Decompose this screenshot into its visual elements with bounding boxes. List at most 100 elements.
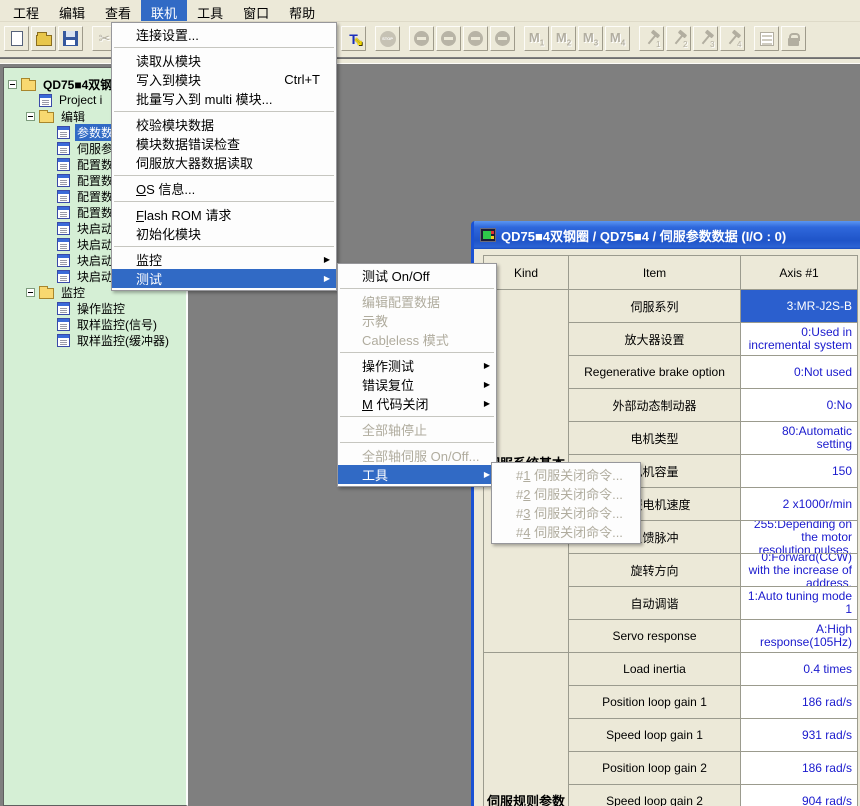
tree-expand-box[interactable] — [26, 288, 35, 297]
tools-submenu: #1 伺服关闭命令...#2 伺服关闭命令...#3 伺服关闭命令...#4 伺… — [491, 462, 641, 544]
tree-sampling-monitor-buffer[interactable]: 取样监控(缓冲器) — [4, 332, 186, 348]
menu-all-axis-servo-on-off[interactable]: 全部轴伺服 On/Off... — [338, 446, 496, 465]
menu-read-from-module[interactable]: 读取从模块 — [112, 51, 336, 70]
tree-expand-box[interactable] — [26, 112, 35, 121]
param-value-cell[interactable]: 904 rad/s — [741, 785, 858, 806]
menu-batch-write-multi-module[interactable]: 批量写入到 multi 模块... — [112, 89, 336, 108]
param-item-cell: Speed loop gain 2 — [569, 785, 741, 806]
axis-stop-4-button[interactable] — [490, 26, 515, 51]
m-code-off-4-button[interactable]: M4 — [605, 26, 630, 51]
menu-item-label: 全部轴停止 — [362, 420, 427, 439]
param-value-cell[interactable]: 3:MR-J2S-B — [741, 290, 858, 323]
axis-stop-1-button[interactable] — [409, 26, 434, 51]
menu-servo-off-cmd-2[interactable]: #2 伺服关闭命令... — [492, 484, 640, 503]
menu-item-label: Flash ROM 请求 — [136, 205, 231, 224]
menu-servo-off-cmd-1[interactable]: #1 伺服关闭命令... — [492, 465, 640, 484]
tree-item-label: 编辑 — [59, 108, 87, 125]
axis-stop-2-icon — [441, 31, 456, 46]
menu-item-label: #3 伺服关闭命令... — [516, 503, 623, 522]
param-value-cell[interactable]: 2 x1000r/min — [741, 488, 858, 521]
edit-data-icon — [760, 32, 774, 46]
m-code-off-3-button[interactable]: M3 — [578, 26, 603, 51]
param-value-cell[interactable]: 186 rad/s — [741, 752, 858, 785]
save-file-icon — [63, 31, 78, 46]
edit-data-button[interactable] — [754, 26, 779, 51]
menu-connection-setup[interactable]: 连接设置... — [112, 25, 336, 44]
menu-monitor[interactable]: 监控▶ — [112, 250, 336, 269]
menu-verify-module-data[interactable]: 校验模块数据 — [112, 115, 336, 134]
test-submenu: 测试 On/Off 编辑配置数据示教Cableless 模式操作测试▶错误复位▶M… — [337, 263, 497, 487]
param-value-cell[interactable]: 255:Depending on the motor resolution pu… — [741, 521, 858, 554]
menu-write-to-module[interactable]: 写入到模块Ctrl+T — [112, 70, 336, 89]
menu-tools[interactable]: 工具▶ — [338, 465, 496, 484]
lock-button[interactable] — [781, 26, 806, 51]
tree-sampling-monitor-signal[interactable]: 取样监控(信号) — [4, 316, 186, 332]
menu-separator — [114, 111, 334, 112]
param-value-cell[interactable]: 0:Not used — [741, 356, 858, 389]
param-value-cell[interactable]: 0.4 times — [741, 653, 858, 686]
menu-item-label: 读取从模块 — [136, 51, 201, 70]
param-value-cell[interactable]: 1:Auto tuning mode 1 — [741, 587, 858, 620]
param-value-cell[interactable]: 931 rad/s — [741, 719, 858, 752]
menu-teaching[interactable]: 示教 — [338, 311, 496, 330]
data-sheet-icon — [57, 222, 70, 235]
menu-test-on-off[interactable]: 测试 On/Off — [338, 266, 496, 285]
menu-flash-rom-request[interactable]: Flash ROM 请求 — [112, 205, 336, 224]
axis-stop-2-button[interactable] — [436, 26, 461, 51]
menu-m-code-off[interactable]: M 代码关闭▶ — [338, 394, 496, 413]
m-code-off-1-button[interactable]: M1 — [524, 26, 549, 51]
m-code-off-2-button[interactable]: M2 — [551, 26, 576, 51]
menu-item-label: 写入到模块 — [136, 70, 201, 89]
data-sheet-icon — [57, 126, 70, 139]
new-file-button[interactable] — [4, 26, 29, 51]
param-value-cell[interactable]: 0:Used in incremental system — [741, 323, 858, 356]
menu-test[interactable]: 测试▶ — [112, 269, 336, 288]
menu-module-data-error-check[interactable]: 模块数据错误检查 — [112, 134, 336, 153]
param-value-cell[interactable]: 80:Automatic setting — [741, 422, 858, 455]
param-item-cell: 伺服系列 — [569, 290, 741, 323]
menu-operation-test[interactable]: 操作测试▶ — [338, 356, 496, 375]
tool-3-button[interactable]: 3 — [693, 26, 718, 51]
tool-3-icon: 3 — [698, 31, 714, 47]
menubar-help[interactable]: 帮助 — [279, 0, 325, 21]
menu-servo-amp-data-read[interactable]: 伺服放大器数据读取 — [112, 153, 336, 172]
test-mode-button[interactable]: ⇘T — [341, 26, 366, 51]
axis-stop-3-button[interactable] — [463, 26, 488, 51]
menu-initialize-module[interactable]: 初始化模块 — [112, 224, 336, 243]
tree-item-label: 取样监控(缓冲器) — [75, 332, 171, 349]
param-item-cell: Servo response — [569, 620, 741, 653]
menubar-edit[interactable]: 编辑 — [49, 0, 95, 21]
menu-os-information[interactable]: OS 信息... — [112, 179, 336, 198]
window-title-bar[interactable]: QD75■4双钢圈 / QD75■4 / 伺服参数数据 (I/O : 0) — [474, 221, 860, 249]
new-file-icon — [11, 31, 23, 46]
menubar-window[interactable]: 窗口 — [233, 0, 279, 21]
menu-cableless-mode[interactable]: Cableless 模式 — [338, 330, 496, 349]
tree-operation-monitor[interactable]: 操作监控 — [4, 300, 186, 316]
tool-4-button[interactable]: 4 — [720, 26, 745, 51]
menubar-view[interactable]: 查看 — [95, 0, 141, 21]
param-value-cell[interactable]: 150 — [741, 455, 858, 488]
menubar-online[interactable]: 联机 — [141, 0, 187, 21]
tool-2-button[interactable]: 2 — [666, 26, 691, 51]
window-title-text: QD75■4双钢圈 / QD75■4 / 伺服参数数据 (I/O : 0) — [501, 226, 786, 245]
menubar-tools[interactable]: 工具 — [187, 0, 233, 21]
menu-item-label: 校验模块数据 — [136, 115, 214, 134]
menu-all-axis-stop[interactable]: 全部轴停止 — [338, 420, 496, 439]
stop-button[interactable]: STOP — [375, 26, 400, 51]
tool-1-button[interactable]: 1 — [639, 26, 664, 51]
save-file-button[interactable] — [58, 26, 83, 51]
param-value-cell[interactable]: A:High response(105Hz) — [741, 620, 858, 653]
tree-expand-box[interactable] — [8, 80, 17, 89]
param-value-cell[interactable]: 0:Forward(CCW) with the increase of addr… — [741, 554, 858, 587]
menu-edit-config-data[interactable]: 编辑配置数据 — [338, 292, 496, 311]
tree-item-label: 块启动 — [75, 268, 115, 285]
menu-error-reset[interactable]: 错误复位▶ — [338, 375, 496, 394]
param-value-cell[interactable]: 186 rad/s — [741, 686, 858, 719]
menu-servo-off-cmd-3[interactable]: #3 伺服关闭命令... — [492, 503, 640, 522]
menu-separator — [340, 416, 494, 417]
menubar-project[interactable]: 工程 — [3, 0, 49, 21]
param-item-cell: Speed loop gain 1 — [569, 719, 741, 752]
param-value-cell[interactable]: 0:No — [741, 389, 858, 422]
menu-servo-off-cmd-4[interactable]: #4 伺服关闭命令... — [492, 522, 640, 541]
open-file-button[interactable] — [31, 26, 56, 51]
